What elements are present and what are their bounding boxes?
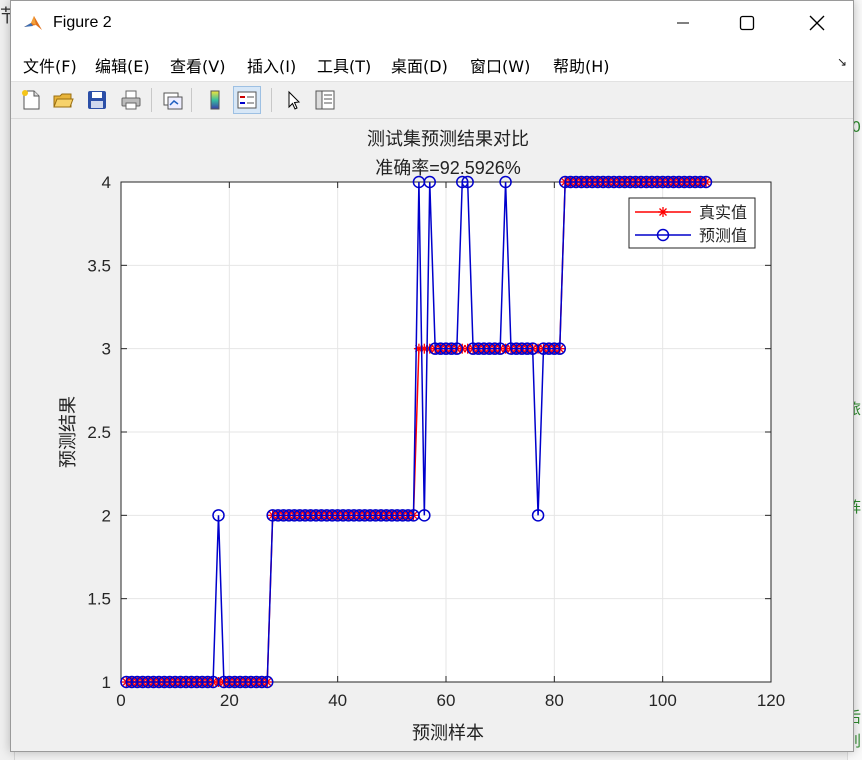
print-icon — [121, 90, 141, 110]
toolbar-separator — [271, 88, 272, 112]
figure-canvas: 测试集预测结果对比 准确率=92.5926% 0 20 40 60 80 100 120 1 1… — [11, 119, 853, 751]
chart-subtitle: 准确率=92.5926% — [375, 158, 521, 178]
menu-view[interactable]: 查看(V) — [170, 53, 225, 77]
colorbar-button[interactable] — [201, 86, 229, 114]
minimize-icon — [677, 22, 689, 24]
menu-tools[interactable]: 工具(T) — [317, 53, 371, 77]
toolbar-separator — [151, 88, 152, 112]
save-icon — [88, 91, 106, 109]
maximize-icon — [739, 15, 755, 31]
legend-label: 真实值 — [699, 204, 747, 222]
property-editor-icon — [315, 90, 335, 110]
y-tick-label: 1 — [102, 673, 111, 692]
y-tick-label: 3 — [102, 340, 111, 359]
close-button[interactable] — [787, 1, 847, 45]
print-button[interactable] — [117, 86, 145, 114]
title-bar[interactable]: Figure 2 — [11, 1, 853, 45]
menu-window[interactable]: 窗口(W) — [470, 53, 530, 77]
colorbar-icon — [210, 90, 220, 110]
toolbar-separator — [191, 88, 192, 112]
menu-insert[interactable]: 插入(I) — [247, 53, 296, 77]
open-file-icon — [53, 93, 74, 108]
window-title: Figure 2 — [53, 14, 112, 31]
save-button[interactable] — [83, 86, 111, 114]
toolbar — [11, 82, 853, 119]
link-plot-icon — [163, 92, 183, 110]
y-axis-label: 预测结果 — [58, 396, 78, 468]
minimize-button[interactable] — [653, 1, 713, 45]
open-file-button[interactable] — [49, 86, 77, 114]
x-tick-label: 80 — [545, 691, 564, 710]
dock-arrow-icon[interactable]: ↘ — [837, 55, 847, 69]
link-plot-button[interactable] — [159, 86, 187, 114]
x-tick-label: 100 — [648, 691, 676, 710]
x-tick-label: 20 — [220, 691, 239, 710]
menu-desktop[interactable]: 桌面(D) — [391, 53, 448, 77]
menu-help[interactable]: 帮助(H) — [553, 53, 610, 77]
menu-edit[interactable]: 编辑(E) — [95, 53, 150, 77]
chart-title: 测试集预测结果对比 — [367, 129, 529, 149]
x-tick-label: 0 — [116, 691, 125, 710]
x-axis-label: 预测样本 — [412, 723, 484, 743]
new-figure-button[interactable] — [17, 86, 45, 114]
menu-bar: 文件(F) 编辑(E) 查看(V) 插入(I) 工具(T) 桌面(D) 窗口(W… — [11, 45, 853, 82]
pointer-button[interactable] — [279, 86, 307, 114]
y-tick-label: 4 — [102, 173, 111, 192]
new-figure-icon — [22, 90, 40, 110]
close-icon — [809, 15, 825, 31]
y-tick-label: 1.5 — [87, 590, 111, 609]
plot-svg: 测试集预测结果对比 准确率=92.5926% 0 20 40 60 80 100 120 1 1… — [58, 129, 785, 743]
y-tick-label: 2 — [102, 506, 111, 525]
maximize-button[interactable] — [717, 1, 777, 45]
property-editor-button[interactable] — [311, 86, 339, 114]
pointer-icon — [288, 90, 301, 110]
y-tick-label: 2.5 — [87, 423, 111, 442]
x-tick-label: 120 — [757, 691, 785, 710]
figure-window: Figure 2 文件(F) 编辑(E) 查看(V) 插入(I) 工具(T) 桌… — [10, 0, 854, 752]
y-tick-label: 3.5 — [87, 256, 111, 275]
legend[interactable]: 真实值预测值 — [628, 197, 756, 249]
x-tick-label: 40 — [328, 691, 347, 710]
menu-file[interactable]: 文件(F) — [23, 53, 77, 77]
legend-label: 预测值 — [699, 227, 747, 245]
legend-button[interactable] — [233, 86, 261, 114]
matlab-logo-icon — [23, 13, 43, 33]
legend-icon — [237, 91, 257, 109]
x-tick-label: 60 — [437, 691, 456, 710]
